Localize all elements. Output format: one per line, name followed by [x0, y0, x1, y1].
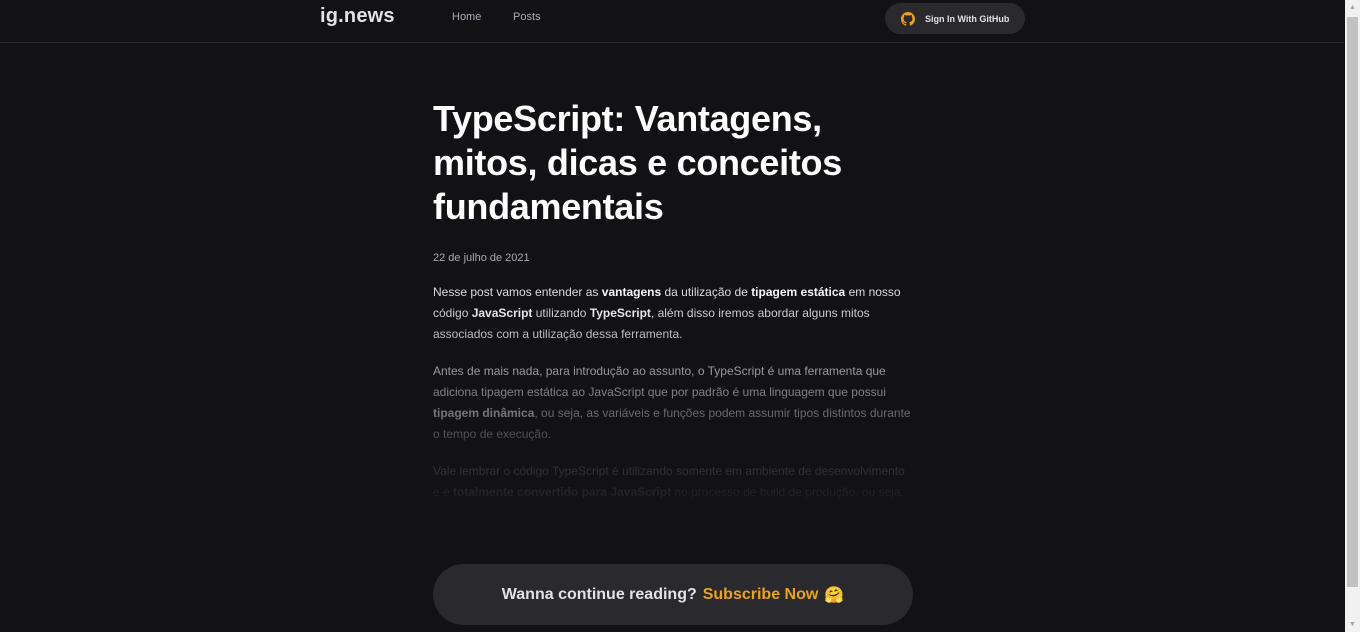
continue-reading-text: Wanna continue reading?: [501, 585, 697, 603]
site-logo[interactable]: ig.news: [320, 5, 395, 28]
nav-link-posts[interactable]: Posts: [513, 11, 541, 23]
scroll-up-arrow-icon[interactable]: ▲: [1345, 0, 1360, 15]
sign-in-label: Sign In With GitHub: [925, 13, 1010, 24]
paragraph-context: Antes de mais nada, para introdução ao a…: [433, 364, 911, 441]
paragraph-intro: Nesse post vamos entender as vantagens d…: [433, 285, 901, 341]
paragraph-build: Vale lembrar o código TypeScript é utili…: [433, 464, 905, 514]
vertical-scrollbar[interactable]: ▲ ▼: [1345, 0, 1360, 632]
sign-in-github-button[interactable]: Sign In With GitHub: [885, 3, 1025, 34]
site-header: ig.news Home Posts Sign In With GitHub: [0, 0, 1344, 43]
scrollbar-thumb[interactable]: [1347, 17, 1358, 587]
post-date: 22 de julho de 2021: [433, 252, 530, 264]
post-preview-content: Nesse post vamos entender as vantagens d…: [433, 282, 913, 514]
page-viewport: ig.news Home Posts Sign In With GitHub T…: [0, 0, 1345, 632]
post-article: TypeScript: Vantagens, mitos, dicas e co…: [433, 97, 913, 514]
scroll-down-arrow-icon[interactable]: ▼: [1345, 617, 1360, 632]
continue-reading-banner: Wanna continue reading? Subscribe Now 🤗: [433, 564, 913, 625]
subscribe-now-link[interactable]: Subscribe Now: [703, 586, 819, 604]
github-icon: [901, 11, 915, 26]
nav-link-home[interactable]: Home: [452, 11, 481, 23]
post-title: TypeScript: Vantagens, mitos, dicas e co…: [433, 98, 842, 227]
hugging-face-icon: 🤗: [824, 586, 845, 604]
